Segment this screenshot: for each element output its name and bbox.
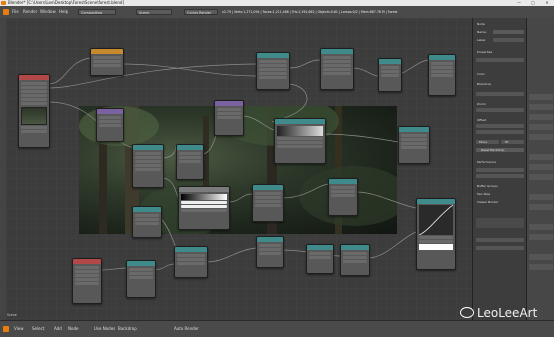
reset-backdrop-label: Reset Backdrop bbox=[481, 148, 505, 152]
glare-node[interactable] bbox=[132, 144, 164, 188]
dilate-node[interactable] bbox=[132, 206, 162, 238]
render-engine-selector[interactable]: Cycles Render bbox=[184, 9, 218, 15]
image-node[interactable] bbox=[90, 48, 124, 76]
tool-button[interactable] bbox=[529, 104, 553, 110]
viewer-border-checkbox[interactable]: Viewer Border bbox=[477, 200, 498, 204]
performance-field[interactable] bbox=[476, 168, 524, 172]
mix-node[interactable] bbox=[256, 52, 290, 90]
offset-x-field[interactable] bbox=[476, 124, 524, 128]
watermark-text: LeoLeeArt bbox=[477, 306, 538, 320]
node-editor-footer: View Select Add Node Use Nodes Backdrop … bbox=[0, 320, 554, 337]
node-editor-canvas[interactable] bbox=[6, 18, 472, 320]
label-label: Label: bbox=[477, 38, 487, 42]
panel-node-header[interactable]: Node bbox=[477, 22, 485, 26]
panel-divider bbox=[476, 218, 524, 228]
hue-saturation-node[interactable] bbox=[398, 126, 430, 164]
scene-stats: v2.79 | Verts:1,271,094 | Faces:1,211,48… bbox=[222, 10, 398, 14]
viewer-node[interactable] bbox=[306, 244, 334, 274]
performance-section[interactable]: Performance bbox=[477, 160, 496, 164]
gamma-node[interactable] bbox=[328, 178, 358, 216]
property-field[interactable] bbox=[476, 58, 524, 62]
set-alpha-node[interactable] bbox=[256, 236, 284, 268]
backdrop-section[interactable]: Backdrop bbox=[477, 82, 491, 86]
menu-file[interactable]: File bbox=[12, 8, 19, 16]
curve-graph[interactable] bbox=[419, 205, 453, 235]
layout-selector[interactable]: Compositing bbox=[78, 9, 116, 15]
tool-button[interactable] bbox=[529, 124, 553, 130]
tool-button[interactable] bbox=[529, 134, 553, 140]
property-field-3[interactable] bbox=[476, 238, 524, 242]
watermark: LeoLeeArt bbox=[460, 306, 537, 320]
editor-type-icon[interactable] bbox=[3, 326, 9, 332]
move-button-label: Move bbox=[479, 140, 488, 144]
color-ramp-node[interactable] bbox=[178, 186, 230, 230]
blender-logo-icon bbox=[1, 1, 6, 5]
properties-section[interactable]: Properties bbox=[477, 50, 492, 54]
tool-button[interactable] bbox=[529, 164, 553, 170]
blur-node[interactable] bbox=[96, 108, 124, 142]
offset-label: Offset bbox=[477, 118, 487, 122]
menu-help[interactable]: Help bbox=[59, 8, 68, 16]
menu-view[interactable]: View bbox=[14, 325, 24, 333]
menu-node[interactable]: Node bbox=[68, 325, 78, 333]
menu-add[interactable]: Add bbox=[54, 325, 62, 333]
render-layers-node[interactable] bbox=[18, 74, 50, 148]
tool-button[interactable] bbox=[529, 204, 553, 210]
fit-button-label: Fit bbox=[505, 140, 509, 144]
tool-button[interactable] bbox=[529, 264, 553, 270]
use-nodes-checkbox[interactable]: Use Nodes bbox=[94, 325, 115, 333]
alpha-over-node[interactable] bbox=[176, 144, 204, 180]
tool-button[interactable] bbox=[529, 194, 553, 200]
editor-type-icon[interactable] bbox=[3, 9, 9, 15]
menu-select[interactable]: Select bbox=[32, 325, 44, 333]
node-preview-thumbnail bbox=[21, 107, 47, 125]
property-field-4[interactable] bbox=[476, 246, 524, 250]
node-properties-panel: Node Name: Label: Properties Color Backd… bbox=[472, 18, 527, 320]
performance-field-2[interactable] bbox=[476, 174, 524, 178]
auto-render-checkbox[interactable]: Auto Render bbox=[174, 325, 199, 333]
menu-window[interactable]: Window bbox=[40, 8, 56, 16]
lens-distortion-node[interactable] bbox=[340, 244, 370, 276]
tool-button[interactable] bbox=[529, 154, 553, 160]
color-balance-node[interactable] bbox=[320, 48, 354, 90]
rgb-curves-node-small[interactable] bbox=[378, 58, 402, 92]
status-scene-label: Scene bbox=[7, 313, 17, 317]
rgb-curves-node[interactable] bbox=[416, 198, 456, 270]
tool-button[interactable] bbox=[529, 174, 553, 180]
backdrop-toggle[interactable]: Backdrop bbox=[118, 325, 137, 333]
math-node[interactable] bbox=[126, 260, 156, 298]
color-section[interactable]: Color bbox=[477, 72, 485, 76]
name-label: Name: bbox=[477, 30, 487, 34]
offset-y-field[interactable] bbox=[476, 130, 524, 134]
node-name-field[interactable] bbox=[493, 30, 524, 34]
mix-node-bottom[interactable] bbox=[72, 258, 102, 304]
weibo-icon bbox=[460, 307, 474, 318]
menu-render[interactable]: Render bbox=[23, 8, 37, 16]
brightness-contrast-node[interactable] bbox=[252, 184, 284, 222]
invert-node[interactable] bbox=[174, 246, 208, 278]
backdrop-channel-field[interactable] bbox=[476, 92, 524, 96]
tool-button[interactable] bbox=[529, 114, 553, 120]
composite-node[interactable] bbox=[428, 54, 456, 96]
two-pass-checkbox[interactable]: Two Pass bbox=[477, 192, 490, 196]
filter-node[interactable] bbox=[214, 100, 244, 136]
color-correction-node[interactable] bbox=[274, 118, 326, 164]
tool-button[interactable] bbox=[529, 234, 553, 240]
zoom-label: Zoom bbox=[477, 102, 486, 106]
zoom-field[interactable] bbox=[476, 108, 524, 112]
tool-button[interactable] bbox=[529, 94, 553, 100]
tool-button[interactable] bbox=[529, 224, 553, 230]
buffer-groups-checkbox[interactable]: Buffer Groups bbox=[477, 184, 498, 188]
tool-shelf bbox=[526, 18, 554, 320]
node-label-field[interactable] bbox=[493, 38, 524, 42]
scene-selector[interactable]: Scene bbox=[136, 9, 172, 15]
tool-button[interactable] bbox=[529, 254, 553, 260]
